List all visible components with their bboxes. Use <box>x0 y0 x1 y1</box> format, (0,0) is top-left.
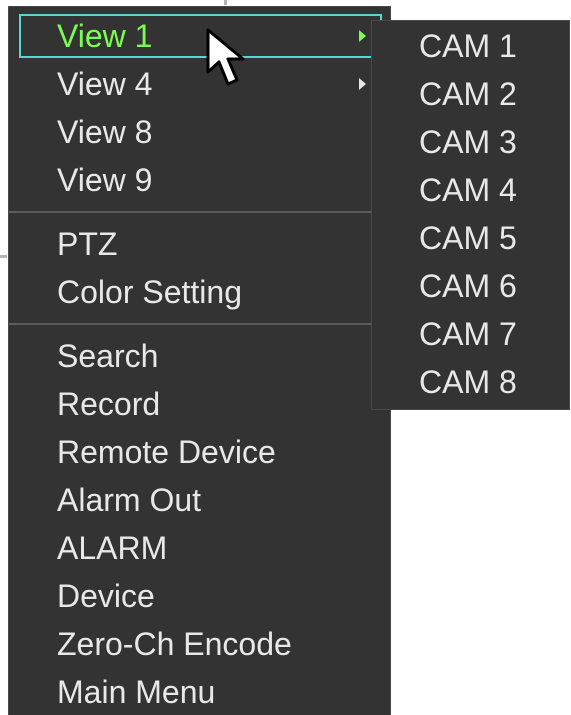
menu-item-label: View 1 <box>57 18 153 54</box>
menu-item-label: Color Setting <box>57 274 242 310</box>
submenu-arrow-icon <box>359 78 366 90</box>
submenu-item-cam-2[interactable]: CAM 2 <box>372 70 569 118</box>
menu-separator <box>9 323 390 325</box>
background-tick-mark <box>224 0 227 5</box>
menu-item-label: View 8 <box>57 114 153 150</box>
background-tick-mark <box>0 255 7 258</box>
submenu-item-cam-8[interactable]: CAM 8 <box>372 358 569 406</box>
submenu-arrow-icon <box>359 30 366 42</box>
submenu-item-cam-3[interactable]: CAM 3 <box>372 118 569 166</box>
menu-item-label: Device <box>57 578 155 614</box>
context-menu-screen: View 1 View 4 View 8 View 9 PTZ Color Se… <box>0 0 571 715</box>
menu-item-zero-ch-encode[interactable]: Zero-Ch Encode <box>19 622 382 666</box>
menu-item-view-9[interactable]: View 9 <box>19 158 382 202</box>
menu-item-label: View 4 <box>57 66 153 102</box>
menu-item-main-menu[interactable]: Main Menu <box>19 670 382 714</box>
menu-item-label: Remote Device <box>57 434 276 470</box>
context-menu: View 1 View 4 View 8 View 9 PTZ Color Se… <box>8 6 391 715</box>
view-1-submenu: CAM 1 CAM 2 CAM 3 CAM 4 CAM 5 CAM 6 CAM … <box>371 20 570 410</box>
menu-item-remote-device[interactable]: Remote Device <box>19 430 382 474</box>
menu-item-label: PTZ <box>57 226 118 262</box>
menu-item-alarm-out[interactable]: Alarm Out <box>19 478 382 522</box>
submenu-item-cam-5[interactable]: CAM 5 <box>372 214 569 262</box>
submenu-item-cam-6[interactable]: CAM 6 <box>372 262 569 310</box>
menu-item-ptz[interactable]: PTZ <box>19 222 382 266</box>
menu-item-alarm[interactable]: ALARM <box>19 526 382 570</box>
menu-item-color-setting[interactable]: Color Setting <box>19 270 382 314</box>
menu-item-device[interactable]: Device <box>19 574 382 618</box>
menu-item-label: Zero-Ch Encode <box>57 626 292 662</box>
menu-item-view-4[interactable]: View 4 <box>19 62 382 106</box>
submenu-item-cam-1[interactable]: CAM 1 <box>372 22 569 70</box>
menu-item-record[interactable]: Record <box>19 382 382 426</box>
menu-item-view-1[interactable]: View 1 <box>19 14 382 58</box>
mouse-pointer-icon <box>206 28 245 86</box>
menu-item-label: View 9 <box>57 162 153 198</box>
submenu-item-cam-4[interactable]: CAM 4 <box>372 166 569 214</box>
menu-item-search[interactable]: Search <box>19 334 382 378</box>
menu-item-label: ALARM <box>57 530 168 566</box>
menu-separator <box>9 211 390 213</box>
menu-item-label: Alarm Out <box>57 482 202 518</box>
submenu-item-cam-7[interactable]: CAM 7 <box>372 310 569 358</box>
menu-item-label: Record <box>57 386 161 422</box>
menu-item-label: Main Menu <box>57 674 216 710</box>
menu-item-view-8[interactable]: View 8 <box>19 110 382 154</box>
menu-item-label: Search <box>57 338 159 374</box>
